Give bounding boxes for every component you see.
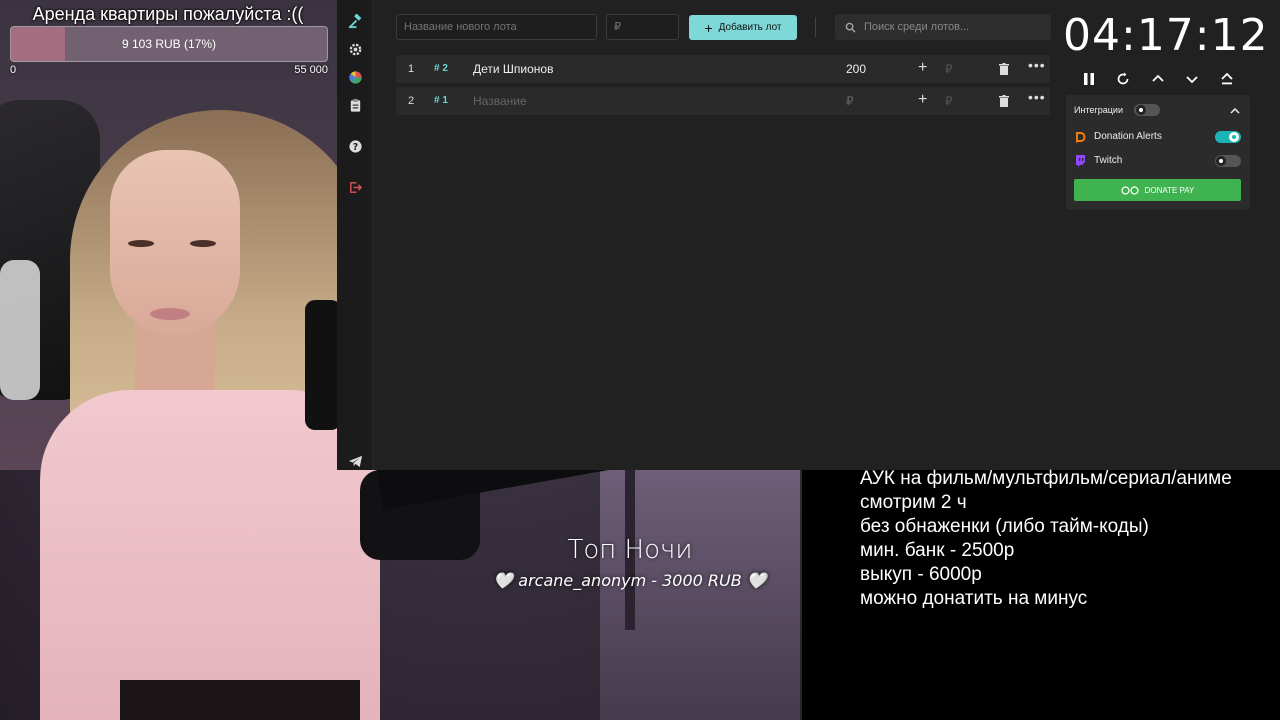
auction-app: ? + Добавить лот Поиск среди лотов... 1 … xyxy=(337,0,1280,470)
help-icon[interactable]: ? xyxy=(345,136,365,156)
rules-line: без обнаженки (либо тайм-коды) xyxy=(860,516,1149,537)
integrations-toggle[interactable] xyxy=(1134,104,1160,116)
donation-goal-widget: Аренда квартиры пожалуйста :(( 9 103 RUB… xyxy=(0,0,336,80)
telegram-icon[interactable] xyxy=(345,451,365,471)
lot-name[interactable]: Название xyxy=(473,94,527,108)
logout-icon[interactable] xyxy=(345,177,365,197)
trash-icon[interactable] xyxy=(999,94,1009,112)
lot-tag: # 2 xyxy=(434,63,448,74)
lot-row[interactable]: 1 # 2 Дети Шпионов 200 + ₽ ••• xyxy=(396,55,1050,83)
top-night-entry: 🤍 arcane_anonym - 3000 RUB 🤍 xyxy=(493,571,767,590)
plus-icon: + xyxy=(704,19,713,36)
twitch-toggle[interactable] xyxy=(1215,155,1241,167)
search-placeholder: Поиск среди лотов... xyxy=(864,21,970,33)
lot-row[interactable]: 2 # 1 Название ₽ + ₽ ••• xyxy=(396,87,1050,115)
goal-progress-bar: 9 103 RUB (17%) xyxy=(10,26,328,62)
add-lot-button[interactable]: + Добавить лот xyxy=(689,15,797,40)
top-night-title: Топ Ночи xyxy=(567,535,693,565)
pause-icon[interactable] xyxy=(1078,70,1100,88)
new-lot-amount-input[interactable] xyxy=(606,14,679,40)
lot-amount[interactable]: ₽ xyxy=(846,94,854,108)
more-options-icon[interactable]: ••• xyxy=(1028,57,1046,73)
rules-line: можно донатить на минус xyxy=(860,588,1088,609)
donatepay-label: DONATE PAY xyxy=(1144,185,1195,195)
lot-tag: # 1 xyxy=(434,95,448,106)
lot-add-amount-button[interactable]: + xyxy=(918,59,927,77)
donation-alerts-label: Donation Alerts xyxy=(1094,131,1162,142)
rules-line: выкуп - 6000р xyxy=(860,564,982,585)
search-lots-input[interactable]: Поиск среди лотов... xyxy=(835,14,1051,40)
clipboard-icon[interactable] xyxy=(345,95,365,115)
rules-line: мин. банк - 2500р xyxy=(860,540,1015,561)
more-options-icon[interactable]: ••• xyxy=(1028,89,1046,105)
goal-title: Аренда квартиры пожалуйста :(( xyxy=(32,4,304,24)
svg-text:?: ? xyxy=(352,141,357,152)
integrations-panel: Интеграции Donation Alerts Twitch DONATE… xyxy=(1066,95,1250,210)
lot-amount[interactable]: 200 xyxy=(846,62,866,76)
auction-rules: АУК на фильм/мультфильм/сериал/аниме смо… xyxy=(860,467,1232,611)
sidebar: ? xyxy=(337,0,373,470)
lot-name[interactable]: Дети Шпионов xyxy=(473,62,553,76)
rules-line: АУК на фильм/мультфильм/сериал/аниме xyxy=(860,468,1232,489)
lot-number: 2 xyxy=(408,95,415,107)
twitch-label: Twitch xyxy=(1094,155,1123,166)
pie-chart-icon[interactable] xyxy=(345,67,365,87)
donatepay-icon xyxy=(1120,185,1139,195)
donatepay-button[interactable]: DONATE PAY xyxy=(1074,179,1241,201)
lot-increment-input[interactable]: ₽ xyxy=(945,94,953,108)
auction-timer: 04:17:12 xyxy=(1063,10,1269,61)
lot-add-amount-button[interactable]: + xyxy=(918,91,927,109)
goal-amount: 9 103 RUB (17%) xyxy=(121,37,217,51)
chevron-down-icon[interactable] xyxy=(1181,70,1203,88)
rules-line: смотрим 2 ч xyxy=(860,492,967,513)
chevron-up-icon[interactable] xyxy=(1147,70,1169,88)
stream-screen: Аренда квартиры пожалуйста :(( 9 103 RUB… xyxy=(0,0,1280,720)
double-up-icon[interactable] xyxy=(1216,70,1238,88)
lot-number: 1 xyxy=(408,63,415,75)
twitch-icon xyxy=(1075,154,1086,167)
gear-icon[interactable] xyxy=(345,39,365,59)
toolbar-divider xyxy=(815,17,816,37)
integrations-title: Интеграции xyxy=(1074,105,1123,115)
search-icon xyxy=(845,22,856,33)
goal-max: 55 000 xyxy=(294,64,328,76)
add-lot-label: Добавить лот xyxy=(718,22,782,33)
top-night-widget: Топ Ночи 🤍 arcane_anonym - 3000 RUB 🤍 xyxy=(430,535,830,590)
lot-increment-input[interactable]: ₽ xyxy=(945,62,953,76)
reset-icon[interactable] xyxy=(1112,70,1134,88)
donation-alerts-icon xyxy=(1075,130,1086,143)
trash-icon[interactable] xyxy=(999,62,1009,80)
goal-min: 0 xyxy=(10,64,17,76)
new-lot-name-input[interactable] xyxy=(396,14,597,40)
gavel-icon[interactable] xyxy=(345,11,365,31)
donation-alerts-toggle[interactable] xyxy=(1215,131,1241,143)
chevron-up-icon[interactable] xyxy=(1230,103,1240,121)
